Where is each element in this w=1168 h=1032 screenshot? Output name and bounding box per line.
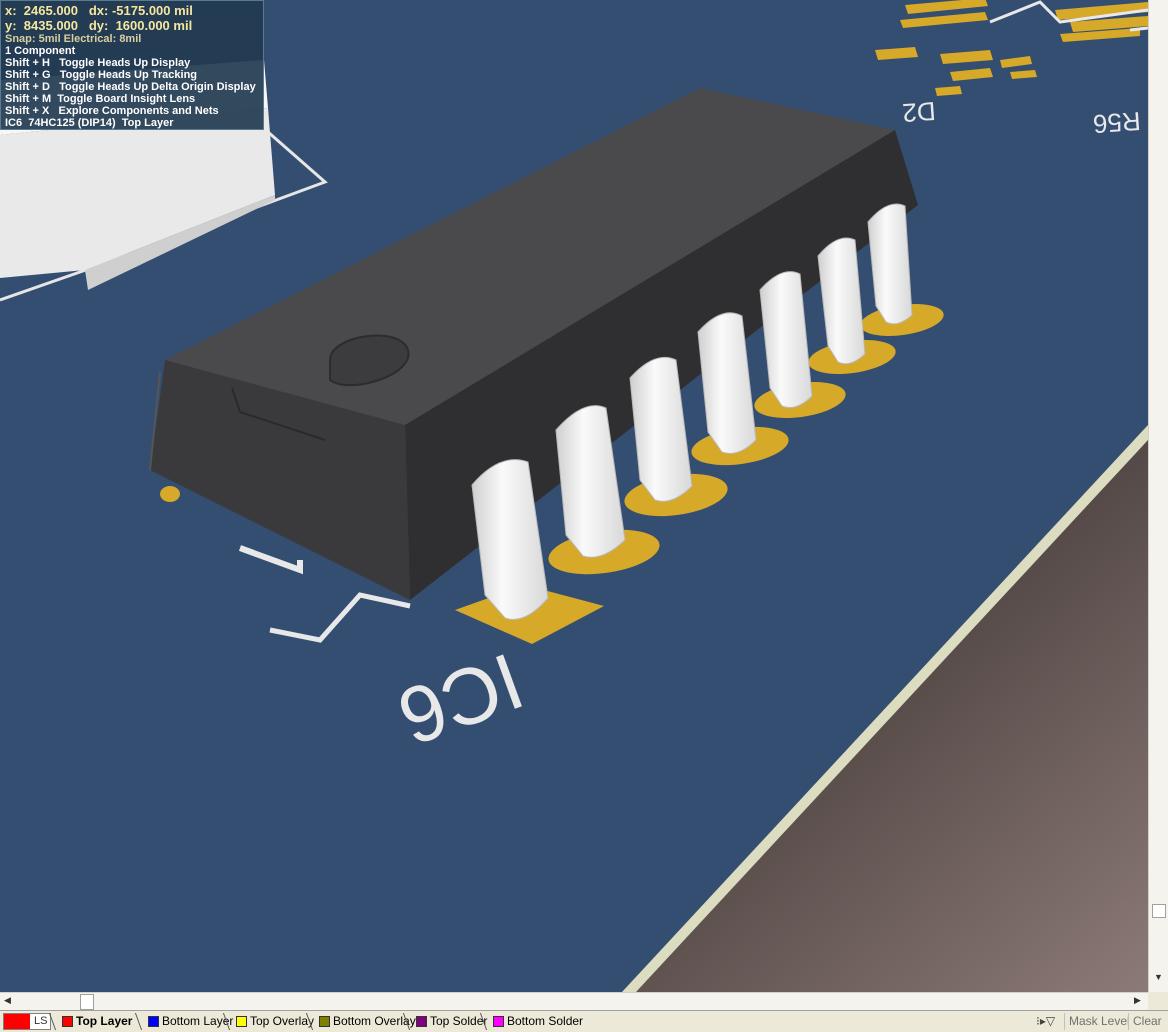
tab-top-overlay[interactable]: Top Overlay (232, 1013, 318, 1030)
hud-shortcut-d: Shift + D Toggle Heads Up Delta Origin D… (5, 81, 256, 93)
hud-shortcut-m: Shift + M Toggle Board Insight Lens (5, 93, 196, 105)
mask-level-button[interactable]: Mask Level (1064, 1013, 1134, 1030)
bottom-solder-color-icon (493, 1016, 504, 1027)
hud-shortcut-h: Shift + H Toggle Heads Up Display (5, 57, 191, 69)
horizontal-scrollbar[interactable]: ◀ ▶ (0, 992, 1148, 1010)
scroll-left-arrow-icon[interactable]: ◀ (4, 995, 11, 1006)
tab-bottom-layer-label: Bottom Layer (162, 1014, 234, 1028)
heads-up-display: x: 2465.000 dx: -5175.000 mil y: 8435.00… (0, 0, 264, 130)
pcb-3d-viewport[interactable]: D2 R56 IC6 x: 2465.000 dx: -5175.000 mil… (0, 0, 1148, 992)
layer-tab-bar: LS Top Layer Bottom Layer Top Overlay Bo… (0, 1010, 1168, 1032)
horizontal-scroll-thumb[interactable] (80, 994, 94, 1010)
vertical-scroll-thumb[interactable] (1152, 904, 1166, 918)
clear-button[interactable]: Clear (1128, 1013, 1166, 1030)
hud-shortcut-g: Shift + G Toggle Heads Up Tracking (5, 69, 198, 81)
tab-top-solder-label: Top Solder (430, 1014, 488, 1028)
vertical-scrollbar[interactable]: ▼ (1148, 0, 1168, 992)
scroll-down-arrow-icon[interactable]: ▼ (1154, 972, 1163, 982)
hud-y-coordinates: y: 8435.000 dy: 1600.000 mil (5, 18, 193, 33)
r56-designator: R56 (1092, 106, 1142, 139)
bottom-overlay-color-icon (319, 1016, 330, 1027)
hud-selection-info: IC6 74HC125 (DIP14) Top Layer (5, 117, 174, 129)
tab-bottom-solder[interactable]: Bottom Solder (489, 1013, 587, 1030)
pad-hidden (160, 486, 180, 502)
top-overlay-color-icon (236, 1016, 247, 1027)
hud-x-coordinates: x: 2465.000 dx: -5175.000 mil (5, 3, 193, 18)
layer-set-button[interactable]: LS (3, 1013, 51, 1030)
bottom-layer-color-icon (148, 1016, 159, 1027)
tab-bottom-solder-label: Bottom Solder (507, 1014, 584, 1028)
layer-set-label: LS (34, 1015, 48, 1027)
current-layer-color-swatch (4, 1014, 30, 1029)
hud-snap-info: Snap: 5mil Electrical: 8mil (5, 33, 142, 45)
scroll-right-arrow-icon[interactable]: ▶ (1134, 995, 1141, 1006)
tab-top-layer[interactable]: Top Layer (58, 1013, 136, 1030)
top-layer-color-icon (62, 1016, 73, 1027)
tab-top-overlay-label: Top Overlay (250, 1014, 315, 1028)
top-solder-color-icon (416, 1016, 427, 1027)
tab-top-layer-label: Top Layer (76, 1014, 133, 1028)
hud-shortcut-x: Shift + X Explore Components and Nets (5, 105, 219, 117)
tab-top-solder[interactable]: Top Solder (412, 1013, 491, 1030)
d2-designator: D2 (901, 96, 936, 128)
pcb-3d-scene[interactable]: D2 R56 IC6 (0, 0, 1148, 992)
snap-options-icon[interactable]: ⁝▸▽ (1032, 1013, 1059, 1030)
hud-component-count: 1 Component (5, 45, 76, 57)
